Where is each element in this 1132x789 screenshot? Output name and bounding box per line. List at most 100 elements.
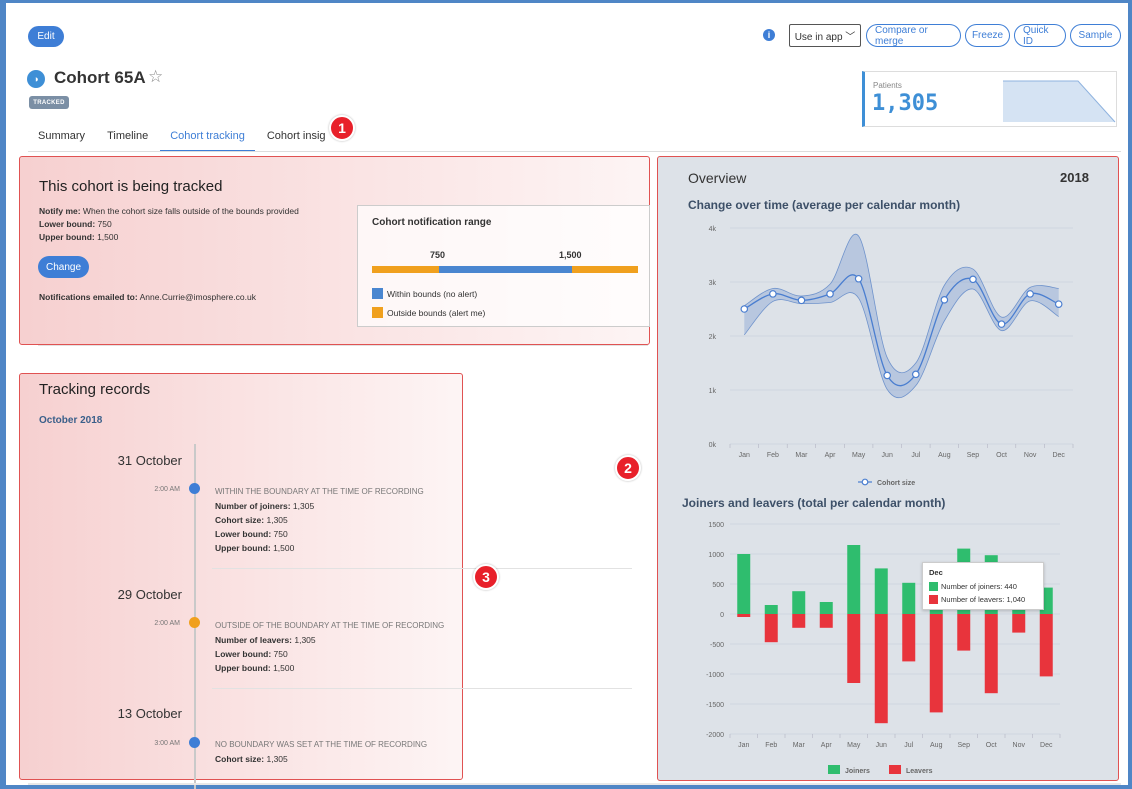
tab-summary[interactable]: Summary xyxy=(28,122,95,152)
leavers-bar xyxy=(819,614,833,628)
timeline-dot[interactable] xyxy=(189,737,200,748)
patients-value: 1,305 xyxy=(872,91,939,116)
y-tick-label: 500 xyxy=(712,582,724,589)
records-title: Tracking records xyxy=(39,381,151,398)
within-legend-label: Within bounds (no alert) xyxy=(387,289,478,299)
legend-label: Cohort size xyxy=(877,480,915,487)
notify-me-text: Notify me: When the cohort size falls ou… xyxy=(39,206,299,216)
record-line: Lower bound: 750 xyxy=(215,529,288,539)
joiners-bar xyxy=(737,554,751,614)
range-bar-within xyxy=(439,266,572,273)
leavers-bar xyxy=(792,614,806,628)
record-heading: NO BOUNDARY WAS SET AT THE TIME OF RECOR… xyxy=(215,740,428,749)
y-tick-label: 3k xyxy=(709,280,717,287)
data-point xyxy=(883,371,892,380)
leavers-legend-swatch xyxy=(889,765,901,774)
timeline-dot[interactable] xyxy=(189,483,200,494)
record-time: 3:00 AM xyxy=(154,740,180,747)
change-button[interactable]: Change xyxy=(38,256,89,278)
tooltip-leavers: Number of leavers: 1,040 xyxy=(941,595,1026,604)
leavers-bar xyxy=(1012,614,1026,633)
data-point xyxy=(969,275,977,284)
leavers-legend-label: Leavers xyxy=(906,768,933,775)
lower-bound-text: Lower bound: 750 xyxy=(39,219,112,229)
window-frame-top xyxy=(0,0,1132,3)
joiners-legend-swatch xyxy=(828,765,840,774)
info-icon[interactable]: i xyxy=(763,29,775,41)
y-tick-label: 4k xyxy=(709,226,717,233)
tabs-divider xyxy=(28,151,1121,152)
callout-3: 3 xyxy=(473,564,499,590)
tracking-title: This cohort is being tracked xyxy=(39,178,223,195)
x-tick-label: Aug xyxy=(938,452,951,459)
outside-legend-label: Outside bounds (alert me) xyxy=(387,308,486,318)
compare-or-merge-button[interactable]: Compare or merge xyxy=(866,24,961,47)
x-tick-label: Apr xyxy=(825,452,837,459)
upper-bound-text: Upper bound: 1,500 xyxy=(39,232,119,242)
y-tick-label: -1000 xyxy=(706,672,724,679)
y-tick-label: 1000 xyxy=(708,552,724,559)
record-line: Number of leavers: 1,305 xyxy=(215,635,316,645)
x-tick-label: Jun xyxy=(876,742,887,749)
record-time: 2:00 AM xyxy=(154,486,180,493)
star-icon[interactable]: ☆ xyxy=(148,67,163,87)
record-date: 29 October xyxy=(117,587,182,602)
notification-range-title: Cohort notification range xyxy=(372,217,492,228)
y-tick-label: 0 xyxy=(720,612,724,619)
tab-timeline[interactable]: Timeline xyxy=(97,122,158,152)
joiners-bar xyxy=(874,568,888,614)
tooltip-joiners: Number of joiners: 440 xyxy=(941,582,1017,591)
y-tick-label: -500 xyxy=(710,642,724,649)
record-line: Upper bound: 1,500 xyxy=(215,663,295,673)
records-month: October 2018 xyxy=(39,415,103,426)
data-point xyxy=(997,320,1006,328)
tab-cohort-insights[interactable]: Cohort insig xyxy=(257,122,336,152)
leavers-bar xyxy=(737,614,751,617)
timeline-dot[interactable] xyxy=(189,617,200,628)
x-tick-label: Aug xyxy=(930,742,943,749)
freeze-button[interactable]: Freeze xyxy=(965,24,1010,47)
data-point xyxy=(797,296,806,305)
tooltip-title: Dec xyxy=(929,568,943,577)
window-frame-right xyxy=(1128,0,1132,789)
edit-button[interactable]: Edit xyxy=(28,26,64,47)
record-line: Lower bound: 750 xyxy=(215,649,288,659)
tooltip-joiners-swatch xyxy=(929,582,938,591)
quick-id-button[interactable]: Quick ID xyxy=(1014,24,1066,47)
notification-range-panel: Cohort notification range 750 1,500 With… xyxy=(357,205,650,327)
joiners-bar xyxy=(819,602,833,614)
record-line: Upper bound: 1,500 xyxy=(215,543,295,553)
data-point xyxy=(740,305,749,313)
joiners-bar xyxy=(902,582,916,614)
patients-label: Patients xyxy=(873,81,902,90)
page-title: Cohort 65A xyxy=(54,68,146,87)
data-point xyxy=(826,290,834,298)
within-legend-swatch xyxy=(372,288,383,299)
bar-chart: 1500 1000 500 0 -500 -1000 -1500 -2000 Jan Feb Mar… xyxy=(706,522,1061,775)
y-tick-label: 0k xyxy=(709,442,717,449)
leavers-bar xyxy=(984,614,998,694)
tooltip-leavers-swatch xyxy=(929,595,938,604)
x-tick-label: Jun xyxy=(882,452,893,459)
bottom-bar xyxy=(28,783,1121,785)
record-line: Cohort size: 1,305 xyxy=(215,515,288,525)
data-point xyxy=(769,290,777,298)
record-line: Number of joiners: 1,305 xyxy=(215,501,315,511)
confidence-band xyxy=(744,234,1059,398)
use-in-app-dropdown[interactable]: Use in app ﹀ xyxy=(789,24,861,47)
section-divider xyxy=(38,345,648,346)
x-tick-label: Mar xyxy=(795,452,808,459)
range-low-value: 750 xyxy=(430,250,446,260)
y-tick-label: 1k xyxy=(709,388,717,395)
range-bar-high-outside xyxy=(572,266,638,273)
x-tick-label: Jan xyxy=(739,452,750,459)
leavers-bar xyxy=(902,614,916,662)
x-tick-label: Sep xyxy=(958,742,971,749)
tab-bar: Summary Timeline Cohort tracking Cohort … xyxy=(28,122,338,152)
tab-cohort-tracking[interactable]: Cohort tracking xyxy=(160,122,255,152)
leavers-bar xyxy=(764,614,778,643)
x-tick-label: May xyxy=(847,742,861,749)
x-tick-label: Oct xyxy=(986,742,997,749)
sample-button[interactable]: Sample xyxy=(1070,24,1121,47)
range-high-value: 1,500 xyxy=(559,250,582,260)
